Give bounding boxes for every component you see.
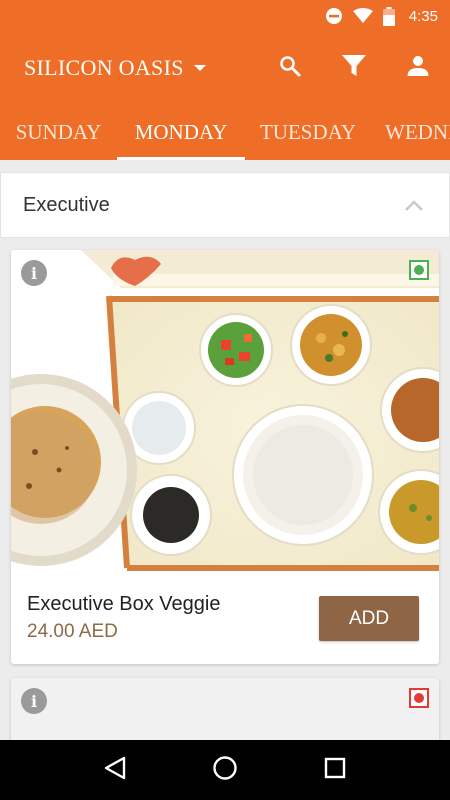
location-label: SILICON OASIS (24, 55, 184, 80)
recents-icon (324, 757, 346, 784)
account-icon (407, 55, 429, 82)
add-button[interactable]: ADD (319, 596, 419, 641)
battery-icon (382, 6, 395, 26)
item-name: Executive Box Veggie (27, 593, 221, 615)
wifi-icon (352, 8, 373, 24)
home-button[interactable] (195, 740, 255, 800)
app-toolbar: SILICON OASIS (0, 32, 450, 104)
do-not-disturb-icon (325, 7, 343, 25)
search-button[interactable] (258, 32, 322, 104)
non-veg-indicator-icon (409, 688, 429, 708)
recents-button[interactable] (305, 740, 365, 800)
home-icon (212, 755, 238, 786)
back-icon (104, 756, 126, 785)
app-screen: 4:35 SILICON OASIS SUNDAY MONDAY TUESDAY… (0, 0, 450, 800)
tab-sunday[interactable]: SUNDAY (0, 104, 117, 160)
section-header-executive[interactable]: Executive (0, 172, 450, 238)
menu-content: Executive i Executive Box Veggie 24.00 A… (0, 160, 450, 740)
tab-wednesday[interactable]: WEDNESDAY (371, 104, 450, 160)
item-price: 24.00 AED (27, 621, 118, 642)
tab-tuesday[interactable]: TUESDAY (245, 104, 371, 160)
day-tabs: SUNDAY MONDAY TUESDAY WEDNESDAY (0, 104, 450, 160)
tab-monday[interactable]: MONDAY (117, 104, 245, 160)
search-icon (278, 54, 302, 83)
food-photo (11, 250, 439, 573)
status-time: 4:35 (408, 7, 438, 25)
section-title: Executive (23, 193, 110, 216)
location-selector[interactable]: SILICON OASIS (24, 55, 206, 81)
toolbar-actions (258, 32, 450, 104)
veg-indicator-icon (409, 260, 429, 280)
menu-item-card: i (11, 678, 439, 740)
system-nav-bar (0, 740, 450, 800)
filter-icon (341, 53, 367, 84)
filter-button[interactable] (322, 32, 386, 104)
chevron-up-icon (405, 198, 423, 216)
info-icon[interactable]: i (21, 260, 47, 286)
info-icon[interactable]: i (21, 688, 47, 714)
back-button[interactable] (85, 740, 145, 800)
dropdown-caret-icon (193, 65, 206, 71)
account-button[interactable] (386, 32, 450, 104)
status-bar: 4:35 (0, 0, 450, 32)
menu-item-card: i Executive Box Veggie 24.00 AED ADD (11, 250, 439, 664)
